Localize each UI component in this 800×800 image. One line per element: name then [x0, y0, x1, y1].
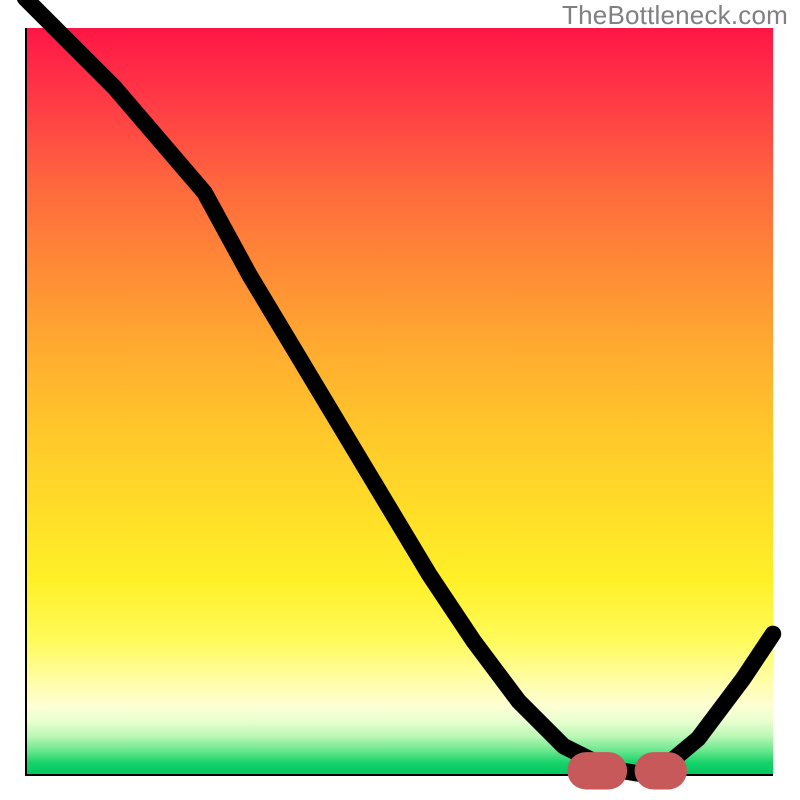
bottleneck-curve	[25, 0, 773, 776]
watermark-text: TheBottleneck.com	[562, 0, 788, 31]
chart-svg-layer	[25, 28, 773, 776]
